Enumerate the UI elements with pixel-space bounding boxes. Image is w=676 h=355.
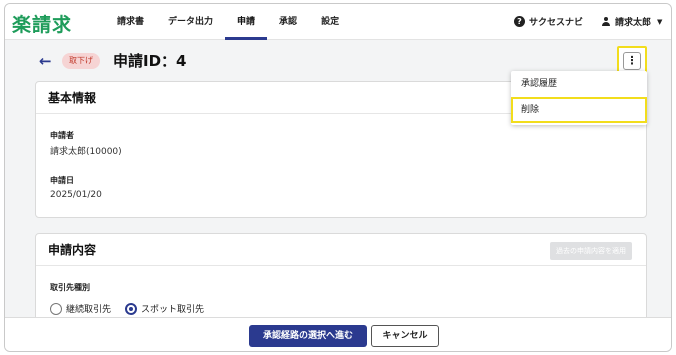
main-nav: 請求書 データ出力 申請 承認 設定 bbox=[105, 4, 351, 40]
menu-item-approval-history[interactable]: 承認履歴 bbox=[511, 71, 647, 97]
logo-text: 楽請求 bbox=[12, 14, 73, 36]
app-logo[interactable]: 楽請求 bbox=[11, 10, 72, 37]
menu-item-delete[interactable]: 削除 bbox=[511, 97, 647, 123]
applicant-label: 申請者 bbox=[50, 131, 74, 140]
top-header: 楽請求 請求書 データ出力 申請 承認 設定 ? サクセスナビ 請求太郎 ▼ bbox=[5, 4, 671, 40]
nav-item-settings[interactable]: 設定 bbox=[309, 4, 351, 40]
help-link[interactable]: ? サクセスナビ bbox=[514, 15, 583, 28]
nav-item-invoices[interactable]: 請求書 bbox=[105, 4, 156, 40]
applicant-value: 請求太郎(10000) bbox=[50, 147, 122, 157]
cancel-button[interactable]: キャンセル bbox=[371, 325, 439, 347]
radio-continuing-partner-label[interactable]: 継続取引先 bbox=[66, 302, 111, 315]
nav-item-applications[interactable]: 申請 bbox=[225, 4, 268, 40]
more-vertical-icon: ⋮ bbox=[623, 52, 641, 70]
status-badge: 取下げ bbox=[62, 53, 100, 69]
radio-spot-partner-label[interactable]: スポット取引先 bbox=[141, 302, 204, 315]
footer-bar: 承認経路の選択へ進む キャンセル bbox=[5, 317, 671, 351]
radio-continuing-partner[interactable] bbox=[50, 302, 62, 315]
page-title: 申請ID：4 bbox=[113, 52, 187, 70]
apply-past-content-button[interactable]: 過去の申請内容を適用 bbox=[550, 242, 632, 260]
nav-item-approvals[interactable]: 承認 bbox=[267, 4, 309, 40]
radio-spot-partner[interactable] bbox=[125, 302, 138, 315]
app-window: 楽請求 請求書 データ出力 申請 承認 設定 ? サクセスナビ 請求太郎 ▼ ←… bbox=[4, 3, 672, 352]
application-date-value: 2025/01/20 bbox=[50, 190, 102, 200]
chevron-down-icon: ▼ bbox=[657, 17, 663, 26]
user-menu[interactable]: 請求太郎 ▼ bbox=[601, 15, 662, 28]
partner-type-label: 取引先種別 bbox=[50, 283, 90, 292]
help-label: サクセスナビ bbox=[529, 18, 584, 28]
proceed-approval-route-button[interactable]: 承認経路の選択へ進む bbox=[249, 325, 367, 347]
partner-type-radio-group: 継続取引先 スポット取引先 bbox=[50, 302, 218, 315]
application-date-label: 申請日 bbox=[50, 176, 74, 185]
question-icon: ? bbox=[514, 16, 525, 27]
user-icon bbox=[601, 16, 611, 27]
nav-item-data-export[interactable]: データ出力 bbox=[156, 4, 225, 40]
user-name: 請求太郎 bbox=[615, 18, 652, 28]
arrow-left-icon[interactable]: ← bbox=[39, 52, 52, 70]
more-actions-menu: 承認履歴 削除 bbox=[511, 71, 647, 125]
